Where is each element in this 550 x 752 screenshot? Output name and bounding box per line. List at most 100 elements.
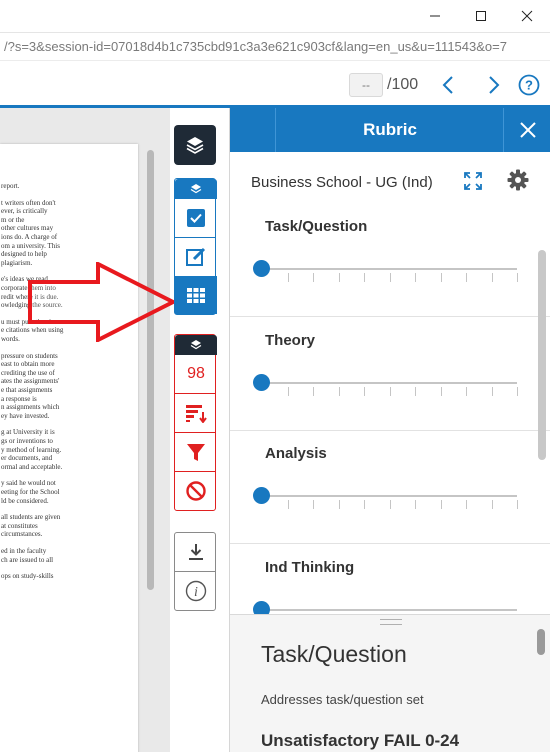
rubric-criterion: Theory: [230, 332, 550, 432]
chevron-right-icon[interactable]: [480, 71, 508, 99]
document-page: report. t writers often don't ever, is cri…: [0, 144, 138, 752]
criterion-detail-panel: Task/Question Addresses task/question se…: [230, 614, 550, 752]
slider-handle[interactable]: [253, 260, 270, 277]
slider-tick: [466, 273, 467, 282]
slider-tick: [491, 500, 493, 509]
rubric-title: Rubric: [363, 120, 417, 139]
rubric-header: Rubric: [230, 108, 550, 152]
criterion-title: Analysis: [265, 445, 327, 462]
document-text-line: circumstances.: [1, 530, 43, 539]
slider-tick: [338, 386, 340, 396]
document-text-line: ld be considered.: [1, 496, 49, 505]
criterion-divider: [230, 429, 550, 431]
maximize-icon[interactable]: [458, 0, 504, 32]
slider-tick: [364, 386, 365, 396]
criterion-slider[interactable]: [262, 381, 517, 384]
rubric-body[interactable]: Business School - UG (Ind) Task/Question…: [230, 152, 550, 614]
document-text-line: other cultures may: [1, 224, 54, 233]
document-text-line: ever, is critically: [1, 207, 48, 216]
edit-icon: [186, 247, 206, 266]
criterion-slider[interactable]: [262, 495, 517, 497]
detail-description: Addresses task/question set: [261, 692, 424, 707]
block-icon: [186, 481, 206, 501]
slider-tick: [338, 273, 340, 282]
document-viewer[interactable]: report. t writers often don't ever, is cri…: [0, 108, 170, 752]
address-bar[interactable]: /?s=3&session-id=07018d4b1c735cbd91c3a3e…: [0, 32, 550, 60]
criterion-title: Ind Thinking: [265, 558, 355, 576]
slider-tick: [415, 386, 416, 396]
similarity-score[interactable]: 98: [175, 355, 217, 393]
detail-scrollbar[interactable]: [537, 629, 545, 655]
document-text-line: er documents, and: [1, 454, 53, 463]
info-icon: i: [185, 580, 207, 602]
rubric-criterion: Ind Thinking: [230, 558, 550, 614]
download-button[interactable]: [175, 533, 217, 571]
document-text-line: y said he would not: [1, 479, 56, 488]
document-text-line: report.: [1, 182, 20, 190]
criterion-divider: [230, 543, 550, 544]
close-icon[interactable]: [504, 0, 550, 32]
download-icon: [189, 544, 203, 560]
slider-tick: [287, 386, 289, 396]
help-icon[interactable]: ?: [515, 71, 543, 99]
viewer-toolbar: -- /100 ?: [0, 60, 550, 108]
criterion-slider[interactable]: [262, 608, 517, 611]
resize-grip[interactable]: [380, 619, 402, 625]
document-text-line: at constitutes: [1, 521, 38, 530]
rubric-button[interactable]: [175, 276, 217, 314]
document-text-line: ions do. A charge of: [1, 233, 58, 241]
document-text-line: words.: [1, 335, 20, 343]
slider-handle[interactable]: [253, 487, 270, 504]
document-text-line: t writers often don't: [1, 198, 56, 207]
slider-tick: [440, 386, 442, 396]
filter-icon: [187, 444, 205, 461]
checkbox-button[interactable]: [175, 199, 217, 237]
slider-tick: [389, 386, 391, 396]
sort-icon: [186, 405, 207, 423]
document-text-line: ed in the faculty: [1, 547, 47, 555]
document-scrollbar[interactable]: [147, 150, 154, 590]
svg-text:i: i: [194, 585, 198, 600]
document-text-line: ates the assignments': [1, 377, 60, 386]
document-text-line: crediting the use of: [1, 368, 55, 377]
document-text-line: pressure on students: [1, 351, 58, 360]
document-text-line: a response is: [1, 394, 37, 403]
layers-icon: [186, 137, 204, 154]
criterion-title: Theory: [265, 331, 316, 349]
minimize-icon[interactable]: [412, 0, 458, 32]
layers-button[interactable]: [174, 125, 216, 165]
rubric-name: Business School - UG (Ind): [251, 174, 433, 191]
slider-handle[interactable]: [253, 600, 270, 614]
exclude-button[interactable]: [175, 472, 217, 510]
slider-tick: [517, 386, 518, 396]
info-button[interactable]: i: [175, 572, 217, 610]
comment-button[interactable]: [175, 238, 217, 276]
slider-tick: [287, 273, 289, 282]
grading-tools-stack: [174, 178, 217, 315]
page-number-input[interactable]: --: [349, 73, 383, 97]
slider-tick: [287, 500, 289, 509]
document-text-line: ormal and acceptable.: [1, 462, 63, 471]
criterion-divider: [230, 316, 550, 317]
expand-icon[interactable]: [463, 171, 483, 196]
slider-tick: [415, 500, 416, 509]
window-titlebar: [0, 0, 550, 32]
slider-tick: [466, 386, 467, 396]
slider-tick: [440, 273, 442, 282]
stack-layers-icon: [175, 335, 217, 355]
slider-handle[interactable]: [253, 373, 270, 391]
chevron-left-icon[interactable]: [434, 71, 462, 99]
url-text: /?s=3&session-id=07018d4b1c735cbd91c3a3e…: [4, 39, 507, 54]
detail-level: Unsatisfactory FAIL 0-24: [261, 731, 460, 750]
filter-button[interactable]: [175, 433, 217, 471]
criterion-slider[interactable]: [262, 268, 517, 270]
gear-icon[interactable]: [507, 169, 529, 196]
slider-tick: [491, 273, 493, 282]
document-text-line: ey have invested.: [1, 411, 50, 420]
slider-tick: [313, 386, 314, 396]
header-divider: [275, 108, 276, 152]
rubric-close-button[interactable]: [503, 108, 550, 152]
document-text-line: y method of learning.: [1, 445, 62, 454]
rubric-scrollbar[interactable]: [538, 250, 546, 460]
sort-button[interactable]: [175, 394, 217, 432]
